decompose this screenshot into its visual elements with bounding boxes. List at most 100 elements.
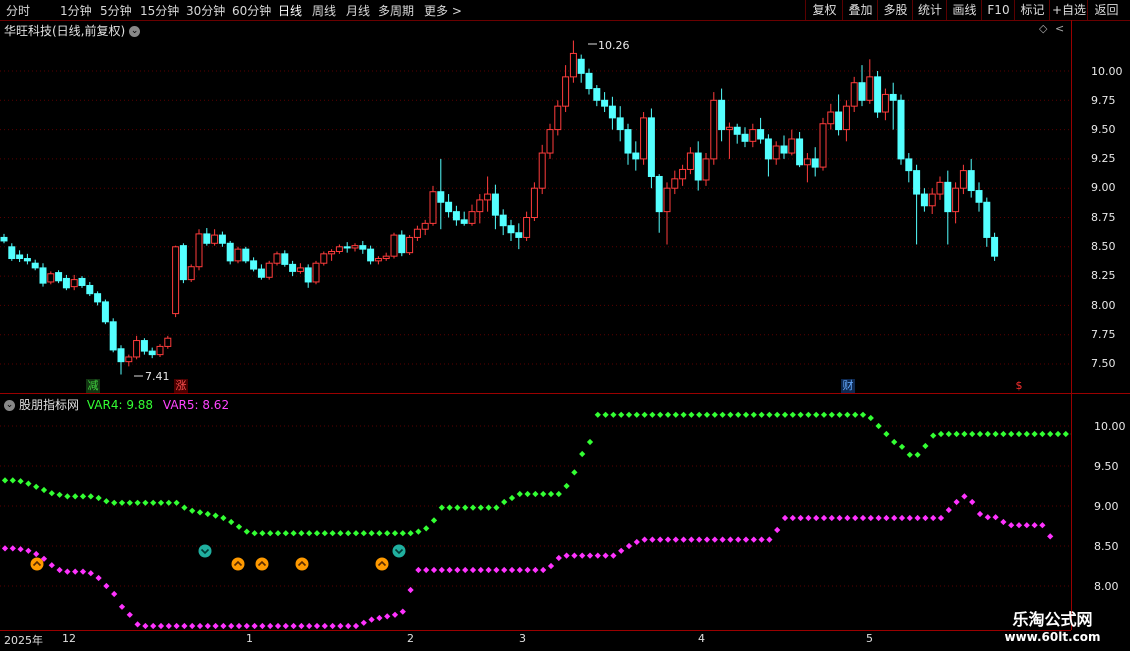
var4-point xyxy=(384,530,391,537)
var4-point xyxy=(633,411,640,418)
var4-point xyxy=(134,499,141,506)
var4-point xyxy=(766,411,773,418)
indicator-tick: 9.50 xyxy=(1094,460,1119,473)
var5-point xyxy=(602,552,609,559)
var4-point xyxy=(274,530,282,537)
var4-point xyxy=(805,411,812,418)
var5-point xyxy=(976,510,984,518)
var5-point xyxy=(290,622,297,630)
var4-point xyxy=(79,493,87,500)
finance-marker[interactable]: 财 xyxy=(841,379,855,393)
var5-point xyxy=(118,603,126,610)
var4-point xyxy=(657,411,664,418)
var5-point xyxy=(493,566,500,574)
var4-point xyxy=(532,490,539,498)
candle-body xyxy=(39,267,47,284)
candle-body xyxy=(109,321,117,351)
var4-point xyxy=(1000,430,1007,438)
watermark-title: 乐淘公式网 xyxy=(1012,610,1093,629)
back-button[interactable]: 返回 xyxy=(1087,0,1125,20)
indicator-name: 股朋指标网 xyxy=(19,398,80,412)
var5-value: VAR5: 8.62 xyxy=(162,398,230,412)
buy-signal-icon xyxy=(375,557,389,571)
var5-point xyxy=(813,514,820,522)
var4-point xyxy=(914,451,921,458)
var4-point xyxy=(898,443,906,450)
reduction-marker[interactable]: 减 xyxy=(86,379,100,393)
var5-point xyxy=(696,536,703,543)
var5-point xyxy=(235,622,243,630)
price-tick: 8.25 xyxy=(1091,269,1116,282)
var5-point xyxy=(111,590,118,598)
var5-point xyxy=(337,622,344,630)
candle-body xyxy=(523,217,531,238)
candlestick-chart[interactable]: 10.26 7.41 xyxy=(0,0,1071,630)
candle-body xyxy=(967,170,975,192)
var4-point xyxy=(774,411,781,418)
candle-body xyxy=(593,88,601,101)
var4-point xyxy=(664,411,672,418)
var5-point xyxy=(313,622,321,630)
low-price-label: 7.41 xyxy=(145,370,170,383)
indicator-tick: 9.00 xyxy=(1094,500,1119,513)
candle-body xyxy=(608,105,616,119)
var4-point xyxy=(540,490,547,498)
var5-point xyxy=(462,566,469,574)
var5-point xyxy=(742,536,750,543)
var4-point xyxy=(719,411,726,418)
candle-body xyxy=(437,191,445,203)
date-tick: 2 xyxy=(407,632,414,645)
var4-point xyxy=(836,411,843,418)
candle-body xyxy=(351,245,359,249)
var4-point xyxy=(1039,430,1046,438)
var5-point xyxy=(618,547,625,554)
high-annotation: 10.26 xyxy=(588,39,630,52)
dividend-marker[interactable]: $ xyxy=(1012,379,1026,393)
var5-point xyxy=(501,566,508,574)
var4-point xyxy=(602,411,609,418)
var4-point xyxy=(189,507,196,514)
candle-body xyxy=(803,158,811,166)
signal-icons-layer xyxy=(30,544,406,571)
candle-body xyxy=(827,111,835,125)
var5-point xyxy=(212,622,219,630)
var4-point xyxy=(680,411,687,418)
increase-marker[interactable]: 涨 xyxy=(174,379,188,393)
var4-point xyxy=(493,504,500,511)
var4-point xyxy=(922,442,929,450)
candle-body xyxy=(55,272,63,282)
candle-body xyxy=(491,193,499,216)
candle-body xyxy=(632,152,640,160)
var5-point xyxy=(633,538,640,546)
var4-point xyxy=(477,504,484,511)
var4-point xyxy=(220,514,227,522)
var5-point xyxy=(641,536,648,543)
candle-body xyxy=(640,117,648,160)
candle-body xyxy=(0,236,8,242)
candle-body xyxy=(874,76,882,113)
var5-point xyxy=(797,514,804,522)
candle-body xyxy=(16,254,24,260)
candle-body xyxy=(23,258,31,262)
candle-body xyxy=(624,129,632,154)
candle-body xyxy=(125,356,133,363)
candle-body xyxy=(117,348,125,363)
candle-body xyxy=(156,345,164,356)
var5-point xyxy=(547,562,555,570)
candle-body xyxy=(819,123,827,168)
chevron-down-icon[interactable]: ⌄ xyxy=(4,400,15,411)
var5-point xyxy=(883,514,890,522)
var4-point xyxy=(391,530,399,537)
var4-point xyxy=(696,411,703,418)
var5-point xyxy=(820,514,828,522)
var5-point xyxy=(758,536,765,543)
candle-body xyxy=(172,246,180,315)
indicator-tick: 8.50 xyxy=(1094,540,1119,553)
candle-body xyxy=(975,190,983,203)
sell-signal-icon xyxy=(392,544,406,558)
price-tick: 10.00 xyxy=(1091,65,1123,78)
var4-point xyxy=(625,411,633,418)
var4-point xyxy=(469,504,477,511)
var5-point xyxy=(477,566,484,574)
price-tick: 9.75 xyxy=(1091,94,1116,107)
